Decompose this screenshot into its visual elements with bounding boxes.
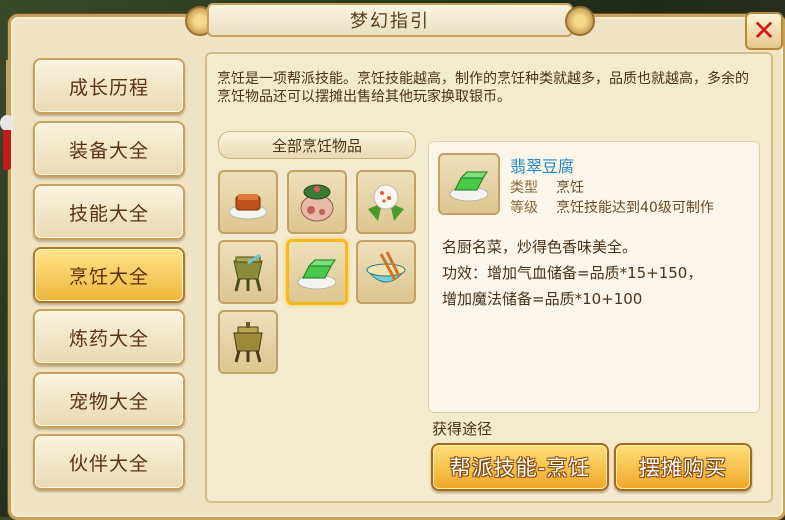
rice-dumpling-icon <box>368 184 404 221</box>
noodle-bowl-icon <box>365 251 407 283</box>
peach-jar-icon <box>300 184 334 222</box>
bronze-vessel-icon <box>233 253 263 292</box>
item-slot-peach-jar[interactable] <box>287 170 347 234</box>
sidebar-item-pets[interactable]: 宠物大全 <box>33 372 185 428</box>
jade-tofu-icon <box>297 259 337 290</box>
guild-cooking-button[interactable]: 帮派技能-烹饪 <box>431 443 609 491</box>
detail-level-row: 等级 烹饪技能达到40级可制作 <box>510 197 714 217</box>
detail-type-value: 烹饪 <box>556 180 584 196</box>
sidebar-item-partners[interactable]: 伙伴大全 <box>33 434 185 490</box>
detail-type-label: 类型 <box>510 180 538 196</box>
detail-desc-line2: 功效：增加气血储备=品质*15+150， <box>442 264 703 282</box>
sidebar-item-skills[interactable]: 技能大全 <box>33 184 185 240</box>
detail-desc-line3: 增加魔法储备=品质*10+100 <box>442 290 643 308</box>
stall-buy-button[interactable]: 摆摊购买 <box>614 443 752 491</box>
item-slot-jade-tofu[interactable] <box>286 239 348 305</box>
sidebar-item-alchemy[interactable]: 炼药大全 <box>33 309 185 365</box>
close-icon: ✕ <box>752 14 776 47</box>
item-slot-bronze-vessel[interactable] <box>218 240 278 304</box>
item-slot-rice-dumpling[interactable] <box>356 170 416 234</box>
item-slot-braised-meat[interactable] <box>218 170 278 234</box>
detail-level-label: 等级 <box>510 200 538 216</box>
sidebar-item-equipment[interactable]: 装备大全 <box>33 121 185 177</box>
jade-tofu-icon <box>449 171 489 202</box>
detail-type-row: 类型 烹饪 <box>510 177 584 197</box>
cooking-intro-text: 烹饪是一项帮派技能。烹饪技能越高，制作的烹饪种类就越多，品质也就越高，多余的烹饪… <box>217 71 749 105</box>
detail-level-value: 烹饪技能达到40级可制作 <box>556 200 714 216</box>
item-slot-noodle-bowl[interactable] <box>356 240 416 304</box>
detail-item-icon-frame <box>438 153 500 215</box>
braised-meat-icon <box>228 194 268 220</box>
decorative-tassel <box>0 60 14 170</box>
sidebar-item-growth[interactable]: 成长历程 <box>33 58 185 114</box>
item-slot-bronze-tripod[interactable] <box>218 310 278 374</box>
detail-desc-line1: 名厨名菜，炒得色香味美全。 <box>442 238 638 256</box>
obtain-label: 获得途径 <box>432 420 493 438</box>
close-button[interactable]: ✕ <box>745 12 783 50</box>
detail-item-name: 翡翠豆腐 <box>510 157 575 176</box>
sidebar-item-cooking[interactable]: 烹饪大全 <box>33 247 185 303</box>
window-title: 梦幻指引 <box>207 3 573 37</box>
category-label: 全部烹饪物品 <box>218 131 416 159</box>
title-bar: 梦幻指引 <box>185 0 595 40</box>
title-ornament-right <box>565 6 595 36</box>
bronze-tripod-icon <box>233 322 263 363</box>
